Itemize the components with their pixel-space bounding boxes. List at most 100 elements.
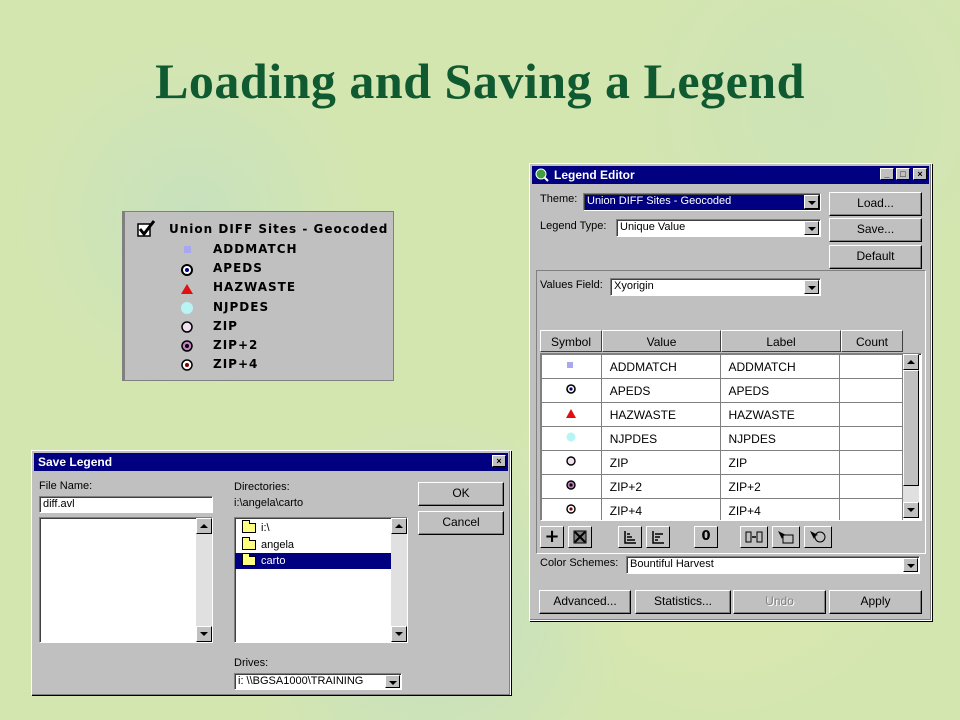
table-header: Symbol Value Label Count: [540, 330, 903, 352]
scroll-up-icon[interactable]: [391, 518, 407, 534]
value-cell[interactable]: ZIP+2: [600, 474, 721, 499]
directory-list[interactable]: i:\ angela carto: [234, 517, 408, 643]
file-name-label: File Name:: [39, 480, 93, 492]
value-cell[interactable]: APEDS: [600, 378, 721, 403]
sort-descending-button[interactable]: [646, 526, 670, 548]
checkbox-checked-icon[interactable]: [137, 220, 157, 238]
chevron-down-icon[interactable]: [804, 280, 819, 294]
values-field-value: Xyorigin: [614, 280, 654, 292]
table-row[interactable]: HAZWASTE HAZWASTE: [541, 402, 903, 427]
values-field-select[interactable]: Xyorigin: [610, 278, 821, 296]
column-header-count[interactable]: Count: [841, 330, 903, 352]
color-schemes-select[interactable]: Bountiful Harvest: [626, 556, 920, 574]
circle-symbol-icon: [181, 302, 193, 314]
minimize-icon[interactable]: _: [880, 168, 894, 180]
scroll-up-icon[interactable]: [196, 518, 212, 534]
save-button[interactable]: Save...: [829, 218, 922, 242]
count-cell: [839, 378, 903, 403]
table-row[interactable]: ADDMATCH ADDMATCH: [541, 354, 903, 379]
label-cell[interactable]: ZIP+4: [719, 498, 841, 520]
dot-ring-symbol-icon: [566, 504, 577, 514]
scroll-down-icon[interactable]: [196, 626, 212, 642]
legend-type-label: Legend Type:: [540, 220, 607, 232]
chevron-down-icon[interactable]: [804, 221, 819, 235]
legend-table: ADDMATCH ADDMATCH APEDS APEDS HAZWASTE H…: [540, 353, 922, 521]
table-row[interactable]: APEDS APEDS: [541, 378, 903, 403]
legend-item: ADDMATCH: [213, 242, 298, 256]
undo-button[interactable]: Undo: [733, 590, 826, 614]
label-cell[interactable]: ZIP: [719, 450, 841, 475]
save-legend-titlebar[interactable]: Save Legend ×: [34, 453, 508, 471]
directory-item[interactable]: angela: [239, 537, 294, 553]
directory-list-scrollbar[interactable]: [391, 518, 407, 642]
scroll-up-icon[interactable]: [903, 354, 919, 370]
file-name-input[interactable]: diff.avl: [39, 496, 213, 513]
scroll-thumb[interactable]: [903, 370, 919, 486]
label-cell[interactable]: ADDMATCH: [719, 354, 841, 379]
column-header-symbol[interactable]: Symbol: [540, 330, 602, 352]
null-value-button[interactable]: 0: [694, 526, 718, 548]
label-cell[interactable]: HAZWASTE: [719, 402, 841, 427]
table-row[interactable]: ZIP+2 ZIP+2: [541, 474, 903, 499]
palette-pointer-icon: [778, 531, 794, 544]
directory-item-label: carto: [261, 555, 286, 567]
file-list[interactable]: [39, 517, 213, 643]
directories-label: Directories:: [234, 481, 290, 493]
legend-item: ZIP+2: [213, 338, 259, 352]
drives-select[interactable]: i: \\BGSA1000\TRAINING: [234, 673, 402, 690]
apply-button[interactable]: Apply: [829, 590, 922, 614]
ramp-colors-button[interactable]: [804, 526, 832, 548]
column-header-label[interactable]: Label: [721, 330, 841, 352]
chevron-down-icon[interactable]: [903, 558, 918, 572]
column-header-value[interactable]: Value: [602, 330, 721, 352]
color-schemes-label: Color Schemes:: [540, 557, 619, 569]
slide-title: Loading and Saving a Legend: [155, 53, 805, 109]
value-cell[interactable]: NJPDES: [600, 426, 721, 451]
directory-item-label: angela: [261, 539, 295, 551]
cancel-button[interactable]: Cancel: [418, 511, 504, 535]
legend-type-select[interactable]: Unique Value: [616, 219, 821, 237]
legend-item: ZIP+4: [213, 357, 259, 371]
sort-ascending-button[interactable]: [618, 526, 642, 548]
table-row[interactable]: NJPDES NJPDES: [541, 426, 903, 451]
label-cell[interactable]: ZIP+2: [719, 474, 841, 499]
legend-editor-window: Legend Editor _ □ × Theme: Union DIFF Si…: [529, 163, 932, 621]
chevron-down-icon[interactable]: [385, 675, 400, 688]
ring-symbol-icon: [566, 456, 577, 466]
default-button[interactable]: Default: [829, 245, 922, 269]
close-icon[interactable]: ×: [492, 455, 506, 467]
count-cell: [839, 474, 903, 499]
value-cell[interactable]: HAZWASTE: [600, 402, 721, 427]
directory-item[interactable]: i:\: [239, 520, 270, 536]
load-button[interactable]: Load...: [829, 192, 922, 216]
statistics-button[interactable]: Statistics...: [635, 590, 731, 614]
add-entry-button[interactable]: +: [540, 526, 564, 548]
chevron-down-icon[interactable]: [804, 195, 819, 209]
flip-symbols-button[interactable]: [740, 526, 768, 548]
legend-editor-titlebar[interactable]: Legend Editor _ □ ×: [532, 166, 929, 184]
scroll-down-icon[interactable]: [391, 626, 407, 642]
table-row[interactable]: ZIP+4 ZIP+4: [541, 498, 903, 520]
advanced-button[interactable]: Advanced...: [539, 590, 631, 614]
drives-select-value: i: \\BGSA1000\TRAINING: [238, 675, 364, 687]
theme-select[interactable]: Union DIFF Sites - Geocoded: [583, 193, 821, 211]
label-cell[interactable]: NJPDES: [719, 426, 841, 451]
bullseye-symbol-icon: [181, 264, 193, 276]
value-cell[interactable]: ADDMATCH: [600, 354, 721, 379]
values-field-label: Values Field:: [540, 279, 603, 291]
symbol-palette-button[interactable]: [772, 526, 800, 548]
label-cell[interactable]: APEDS: [719, 378, 841, 403]
scroll-down-icon[interactable]: [903, 502, 919, 518]
value-cell[interactable]: ZIP+4: [600, 498, 721, 520]
value-cell[interactable]: ZIP: [600, 450, 721, 475]
delete-entry-button[interactable]: [568, 526, 592, 548]
directory-item-selected[interactable]: carto: [235, 553, 391, 569]
file-list-scrollbar[interactable]: [196, 518, 212, 642]
close-icon[interactable]: ×: [913, 168, 927, 180]
legend-item: APEDS: [213, 261, 263, 275]
bullseye-symbol-icon: [566, 384, 577, 394]
table-row[interactable]: ZIP ZIP: [541, 450, 903, 475]
table-scrollbar[interactable]: [903, 354, 919, 518]
ok-button[interactable]: OK: [418, 482, 504, 506]
maximize-icon[interactable]: □: [896, 168, 910, 180]
